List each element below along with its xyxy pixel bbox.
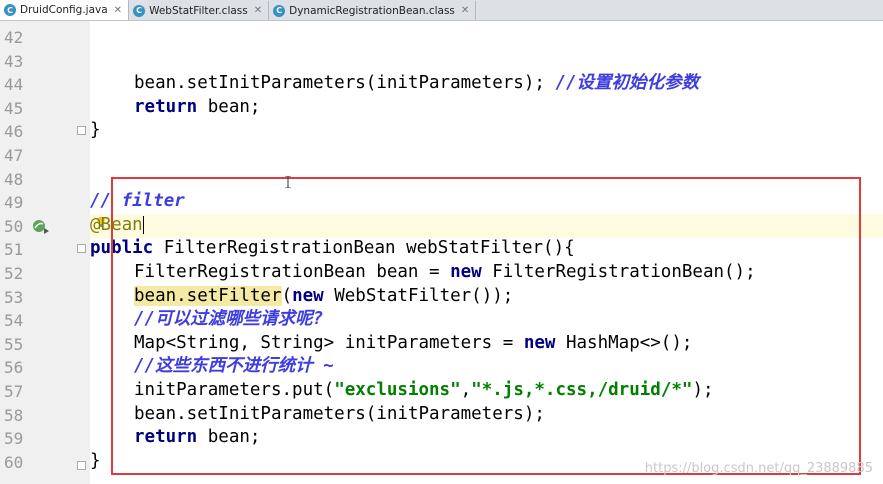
- line-number: 42: [4, 28, 24, 47]
- fold-marker[interactable]: [77, 126, 86, 135]
- line-number: 44: [4, 75, 24, 95]
- line-number: 43: [4, 51, 24, 71]
- line-number: 53: [4, 287, 24, 307]
- annotation-highlight-box: [111, 177, 861, 475]
- line-number: 52: [4, 264, 24, 283]
- line-number: 49: [4, 193, 24, 213]
- line-number: 54: [4, 311, 24, 331]
- watermark: https://blog.csdn.net/qq_23889885: [644, 461, 873, 476]
- code-line-44: bean.setInitParameters(initParameters); …: [134, 72, 699, 96]
- close-icon[interactable]: ✕: [461, 5, 469, 16]
- code-comment: //设置初始化参数: [555, 73, 700, 93]
- line-number: 50: [4, 216, 24, 236]
- code-keyword: return: [134, 97, 198, 117]
- line-number: 57: [4, 382, 24, 401]
- code-text: }: [90, 120, 101, 140]
- tab-label: DruidConfig.java: [20, 4, 108, 16]
- code-text: bean;: [197, 97, 261, 117]
- line-number: 59: [4, 429, 24, 449]
- line-number: 46: [4, 122, 24, 142]
- tab-label: DynamicRegistrationBean.class: [289, 4, 455, 17]
- fold-marker[interactable]: [77, 244, 86, 253]
- editor-tab-bar: C DruidConfig.java ✕ C WebStatFilter.cla…: [0, 0, 883, 21]
- line-number: 45: [4, 98, 24, 118]
- java-class-icon: C: [273, 4, 286, 17]
- line-number: 58: [4, 405, 24, 425]
- bean-gutter-icon[interactable]: [32, 218, 50, 234]
- line-number: 51: [4, 240, 24, 260]
- tab-dynamicregistrationbean[interactable]: C DynamicRegistrationBean.class ✕: [269, 1, 477, 20]
- close-icon[interactable]: ✕: [254, 5, 262, 16]
- line-number: 56: [4, 358, 24, 378]
- line-number: 55: [4, 334, 24, 354]
- tab-webstatfilter[interactable]: C WebStatFilter.class ✕: [129, 1, 270, 20]
- line-number: 47: [4, 146, 24, 165]
- java-class-icon: C: [133, 4, 146, 17]
- tab-druidconfig[interactable]: C DruidConfig.java ✕: [0, 0, 130, 20]
- code-line-45: return bean;: [134, 96, 260, 120]
- line-number: 60: [4, 452, 24, 472]
- line-number: 48: [4, 169, 24, 189]
- close-icon[interactable]: ✕: [114, 5, 122, 16]
- code-text: }: [90, 451, 101, 471]
- fold-marker[interactable]: [77, 461, 86, 470]
- code-text: bean.setInitParameters(initParameters);: [134, 73, 556, 93]
- tab-label: WebStatFilter.class: [149, 4, 248, 17]
- ibeam-cursor-icon: [285, 176, 291, 188]
- java-class-icon: C: [4, 4, 16, 16]
